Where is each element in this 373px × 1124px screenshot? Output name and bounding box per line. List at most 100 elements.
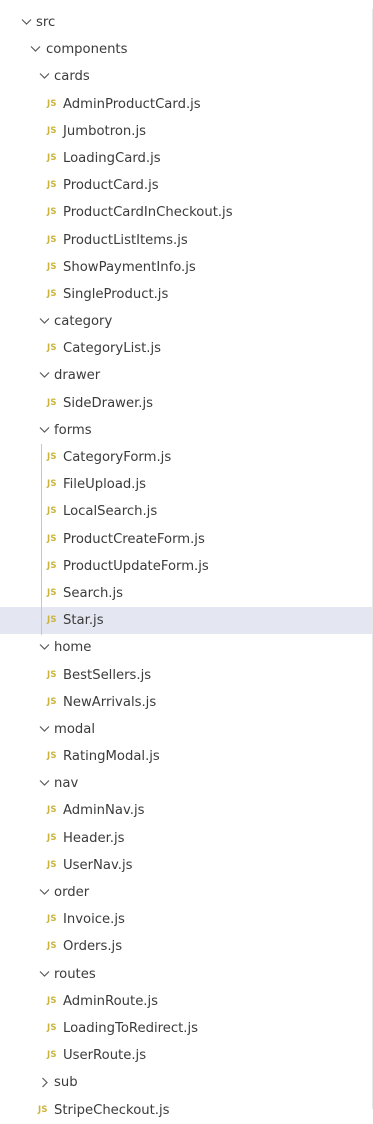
file-label: LoadingCard.js (63, 150, 161, 166)
tree-folder-order[interactable]: order (0, 879, 372, 906)
file-label: UserNav.js (63, 857, 133, 873)
javascript-file-icon: JS (47, 696, 57, 707)
file-label: NewArrivals.js (63, 694, 157, 710)
file-label: AdminRoute.js (63, 993, 159, 1009)
tree-file-productupdateform-js[interactable]: JS ProductUpdateForm.js (0, 553, 372, 580)
tree-file-productcardincheckout-js[interactable]: JS ProductCardInCheckout.js (0, 199, 372, 226)
tree-folder-routes[interactable]: routes (0, 961, 372, 988)
javascript-file-icon: JS (47, 832, 57, 843)
javascript-file-icon: JS (47, 479, 57, 490)
javascript-file-icon: JS (47, 343, 57, 354)
file-label: FileUpload.js (63, 477, 147, 493)
javascript-file-icon: JS (47, 587, 57, 598)
tree-file-header-js[interactable]: JS Header.js (0, 825, 372, 852)
file-label: SingleProduct.js (63, 286, 169, 302)
tree-folder-cards[interactable]: cards (0, 63, 372, 90)
tree-folder-category[interactable]: category (0, 308, 372, 335)
folder-label: sub (54, 1075, 78, 1091)
file-label: Orders.js (63, 939, 123, 955)
javascript-file-icon: JS (47, 261, 57, 272)
tree-file-productcard-js[interactable]: JS ProductCard.js (0, 172, 372, 199)
chevron-down-icon[interactable] (38, 417, 52, 444)
file-label: LoadingToRedirect.js (63, 1020, 199, 1036)
file-label: ProductListItems.js (63, 232, 188, 248)
tree-file-invoice-js[interactable]: JS Invoice.js (0, 906, 372, 933)
folder-label: forms (54, 422, 92, 438)
tree-file-singleproduct-js[interactable]: JS SingleProduct.js (0, 281, 372, 308)
tree-file-adminroute-js[interactable]: JS AdminRoute.js (0, 988, 372, 1015)
tree-file-jumbotron-js[interactable]: JS Jumbotron.js (0, 118, 372, 145)
chevron-down-icon[interactable] (38, 362, 52, 389)
tree-folder-forms[interactable]: forms (0, 417, 372, 444)
folder-label: category (54, 314, 113, 330)
tree-file-usernav-js[interactable]: JS UserNav.js (0, 852, 372, 879)
chevron-right-icon[interactable] (38, 1069, 52, 1096)
chevron-down-icon[interactable] (38, 961, 52, 988)
folder-label: drawer (54, 368, 101, 384)
file-label: BestSellers.js (63, 667, 152, 683)
tree-file-localsearch-js[interactable]: JS LocalSearch.js (0, 498, 372, 525)
file-label: AdminProductCard.js (63, 96, 201, 112)
javascript-file-icon: JS (38, 1104, 48, 1115)
tree-file-orders-js[interactable]: JS Orders.js (0, 933, 372, 960)
tree-file-productlistitems-js[interactable]: JS ProductListItems.js (0, 227, 372, 254)
file-label: Jumbotron.js (63, 123, 146, 139)
javascript-file-icon: JS (47, 234, 57, 245)
tree-file-categorylist-js[interactable]: JS CategoryList.js (0, 335, 372, 362)
folder-label: home (54, 640, 92, 656)
tree-file-categoryform-js[interactable]: JS CategoryForm.js (0, 444, 372, 471)
tree-file-bestsellers-js[interactable]: JS BestSellers.js (0, 662, 372, 689)
javascript-file-icon: JS (47, 615, 57, 626)
javascript-file-icon: JS (47, 397, 57, 408)
folder-label: src (36, 15, 56, 30)
javascript-file-icon: JS (47, 805, 57, 816)
chevron-down-icon[interactable] (29, 36, 43, 63)
tree-file-productcreateform-js[interactable]: JS ProductCreateForm.js (0, 526, 372, 553)
tree-folder-modal[interactable]: modal (0, 716, 372, 743)
file-label: ProductCreateForm.js (63, 531, 205, 547)
folder-label: order (54, 885, 90, 900)
file-label: CategoryForm.js (63, 450, 172, 465)
tree-file-adminproductcard-js[interactable]: JS AdminProductCard.js (0, 91, 372, 118)
chevron-down-icon[interactable] (20, 9, 34, 36)
tree-file-loadingcard-js[interactable]: JS LoadingCard.js (0, 145, 372, 172)
tree-file-star-js[interactable]: JS Star.js (0, 607, 372, 635)
file-label: ProductUpdateForm.js (63, 558, 209, 574)
file-label: Invoice.js (63, 912, 125, 928)
file-label: Star.js (63, 613, 104, 629)
tree-file-newarrivals-js[interactable]: JS NewArrivals.js (0, 689, 372, 716)
folder-label: components (46, 42, 128, 58)
tree-file-search-js[interactable]: JS Search.js (0, 580, 372, 607)
folder-label: modal (54, 721, 96, 737)
javascript-file-icon: JS (47, 669, 57, 680)
tree-folder-nav[interactable]: nav (0, 770, 372, 797)
tree-file-sidedrawer-js[interactable]: JS SideDrawer.js (0, 390, 372, 417)
javascript-file-icon: JS (47, 152, 57, 163)
tree-folder-sub[interactable]: sub (0, 1069, 372, 1096)
tree-folder-drawer[interactable]: drawer (0, 362, 372, 389)
file-label: LocalSearch.js (63, 504, 158, 520)
tree-folder-components[interactable]: components (0, 36, 372, 63)
file-label: RatingModal.js (63, 749, 160, 765)
tree-file-fileupload-js[interactable]: JS FileUpload.js (0, 471, 372, 498)
chevron-down-icon[interactable] (38, 879, 52, 906)
tree-folder-src[interactable]: src (0, 9, 372, 36)
file-label: UserRoute.js (63, 1048, 147, 1064)
tree-file-ratingmodal-js[interactable]: JS RatingModal.js (0, 743, 372, 770)
javascript-file-icon: JS (47, 859, 57, 870)
chevron-down-icon[interactable] (38, 716, 52, 743)
chevron-down-icon[interactable] (38, 308, 52, 335)
chevron-down-icon[interactable] (38, 63, 52, 90)
javascript-file-icon: JS (47, 560, 57, 571)
chevron-down-icon[interactable] (38, 634, 52, 661)
chevron-down-icon[interactable] (38, 770, 52, 797)
tree-file-userroute-js[interactable]: JS UserRoute.js (0, 1042, 372, 1069)
tree-file-loadingtoredirect-js[interactable]: JS LoadingToRedirect.js (0, 1015, 372, 1042)
tree-file-adminnav-js[interactable]: JS AdminNav.js (0, 797, 372, 824)
tree-file-showpaymentinfo-js[interactable]: JS ShowPaymentInfo.js (0, 254, 372, 281)
file-label: CategoryList.js (63, 341, 162, 357)
javascript-file-icon: JS (47, 1050, 57, 1061)
file-label: Search.js (63, 585, 124, 601)
tree-file-stripecheckout-js[interactable]: JS StripeCheckout.js (0, 1097, 372, 1124)
tree-folder-home[interactable]: home (0, 634, 372, 661)
